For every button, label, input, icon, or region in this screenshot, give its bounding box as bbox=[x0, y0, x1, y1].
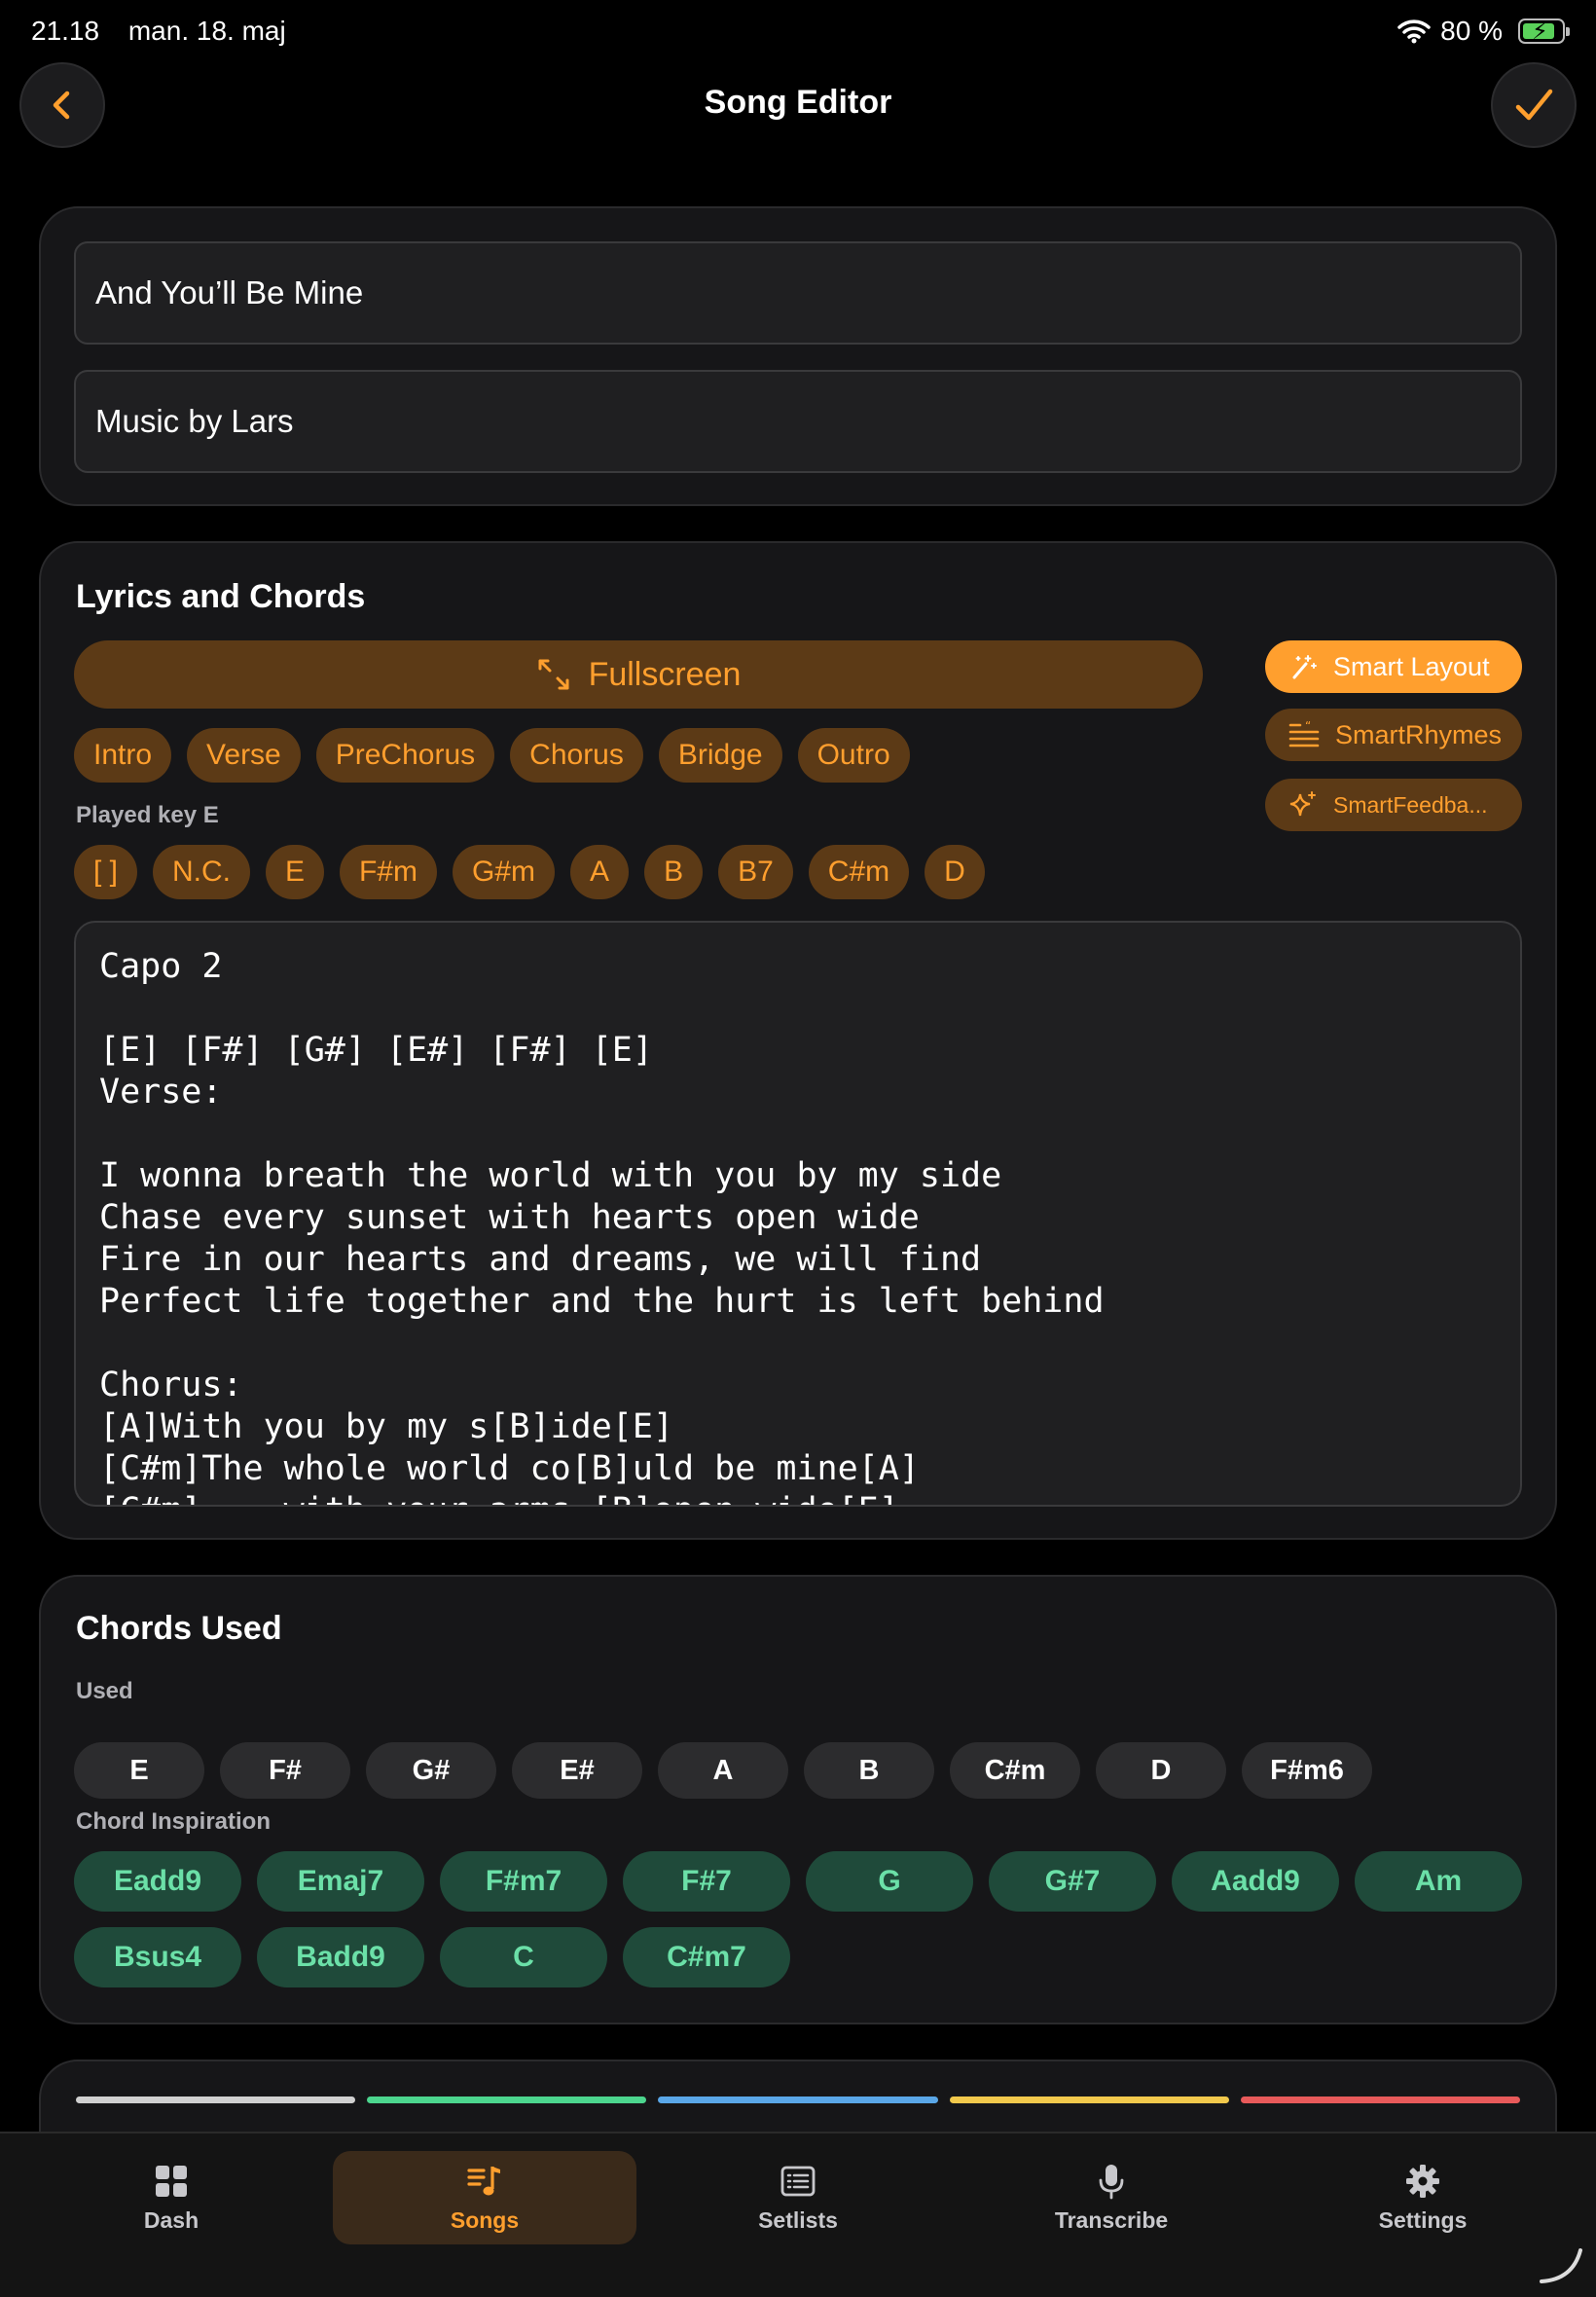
song-editor-screen: 21.18 man. 18. maj 80 % ⚡ Song Editor An… bbox=[0, 0, 1596, 2297]
color-bar bbox=[367, 2096, 647, 2103]
inspiration-chord[interactable]: Am bbox=[1355, 1851, 1522, 1912]
smart-layout-label: Smart Layout bbox=[1333, 651, 1490, 681]
grid-icon bbox=[156, 2165, 187, 2197]
smart-feedback-button[interactable]: SmartFeedba... bbox=[1265, 779, 1522, 831]
tab-settings[interactable]: Settings bbox=[1271, 2151, 1575, 2244]
used-chord[interactable]: E# bbox=[512, 1742, 642, 1799]
song-info-card: And You’ll Be Mine Music by Lars bbox=[39, 206, 1557, 506]
sparkles-icon bbox=[1289, 791, 1316, 817]
used-chord[interactable]: D bbox=[1096, 1742, 1226, 1799]
used-chord[interactable]: G# bbox=[366, 1742, 496, 1799]
tab-songs[interactable]: Songs bbox=[333, 2151, 636, 2244]
inspiration-chord[interactable]: C#m7 bbox=[623, 1927, 790, 1987]
inspiration-chord[interactable]: C bbox=[440, 1927, 607, 1987]
chords-used-title: Chords Used bbox=[76, 1610, 282, 1647]
color-bar bbox=[76, 2096, 356, 2103]
chord-button[interactable]: N.C. bbox=[153, 845, 251, 899]
used-chords-row: E F# G# E# A B C#m D F#m6 bbox=[74, 1742, 1524, 1799]
lyrics-chords-card: Lyrics and Chords Fullscreen Intro Verse… bbox=[39, 541, 1557, 1540]
inspiration-chord[interactable]: Emaj7 bbox=[257, 1851, 424, 1912]
song-title-field[interactable]: And You’ll Be Mine bbox=[74, 241, 1522, 345]
status-date: man. 18. maj bbox=[127, 16, 286, 46]
tab-label: Dash bbox=[143, 2206, 200, 2233]
chord-inspiration-label: Chord Inspiration bbox=[76, 1808, 271, 1835]
svg-text:“: “ bbox=[1305, 721, 1311, 733]
used-chord[interactable]: E bbox=[74, 1742, 204, 1799]
tab-label: Setlists bbox=[758, 2206, 838, 2233]
used-chord[interactable]: B bbox=[804, 1742, 934, 1799]
chord-button[interactable]: F#m bbox=[340, 845, 438, 899]
chord-button[interactable]: D bbox=[925, 845, 985, 899]
list-icon bbox=[780, 2166, 816, 2196]
inspiration-chord[interactable]: F#m7 bbox=[440, 1851, 607, 1912]
wifi-icon bbox=[1397, 19, 1431, 44]
page-title: Song Editor bbox=[704, 84, 892, 121]
section-tags: Intro Verse PreChorus Chorus Bridge Outr… bbox=[74, 728, 910, 783]
inspiration-chord[interactable]: Badd9 bbox=[257, 1927, 424, 1987]
chord-button[interactable]: [ ] bbox=[74, 845, 138, 899]
magic-wand-icon bbox=[1292, 655, 1317, 679]
lyrics-editor[interactable]: Capo 2 [E] [F#] [G#] [E#] [F#] [E] Verse… bbox=[74, 921, 1522, 1507]
section-tag-outro[interactable]: Outro bbox=[797, 728, 910, 783]
section-tag-verse[interactable]: Verse bbox=[187, 728, 301, 783]
fullscreen-button[interactable]: Fullscreen bbox=[74, 640, 1203, 709]
smart-rhymes-label: SmartRhymes bbox=[1335, 719, 1503, 749]
tab-transcribe[interactable]: Transcribe bbox=[960, 2151, 1263, 2244]
used-chord[interactable]: F# bbox=[220, 1742, 350, 1799]
section-tag-chorus[interactable]: Chorus bbox=[510, 728, 643, 783]
inspiration-chord[interactable]: G bbox=[806, 1851, 973, 1912]
expand-icon bbox=[538, 659, 569, 690]
section-tag-prechorus[interactable]: PreChorus bbox=[315, 728, 495, 783]
song-artist-field[interactable]: Music by Lars bbox=[74, 370, 1522, 473]
used-chord[interactable]: A bbox=[658, 1742, 788, 1799]
tab-bar: Dash Songs Setlists Transcribe Settings bbox=[0, 2132, 1596, 2297]
microphone-icon bbox=[1099, 2164, 1124, 2199]
fullscreen-label: Fullscreen bbox=[588, 655, 742, 693]
lyrics-editor-text: Capo 2 [E] [F#] [G#] [E#] [F#] [E] Verse… bbox=[99, 947, 1105, 1505]
battery-percent: 80 % bbox=[1440, 16, 1503, 46]
music-list-icon bbox=[467, 2166, 500, 2195]
status-time: 21.18 bbox=[31, 16, 100, 46]
tab-dash[interactable]: Dash bbox=[19, 2151, 323, 2244]
inspiration-chord[interactable]: Eadd9 bbox=[74, 1851, 241, 1912]
section-tag-intro[interactable]: Intro bbox=[74, 728, 172, 783]
chord-button[interactable]: G#m bbox=[453, 845, 556, 899]
chord-button[interactable]: B7 bbox=[718, 845, 793, 899]
chord-button[interactable]: C#m bbox=[808, 845, 910, 899]
battery-icon: ⚡ bbox=[1518, 18, 1570, 45]
done-button[interactable] bbox=[1491, 62, 1577, 148]
inspiration-chord[interactable]: F#7 bbox=[623, 1851, 790, 1912]
smart-rhymes-button[interactable]: “ SmartRhymes bbox=[1265, 709, 1522, 761]
scroll-indicator-icon bbox=[1540, 2248, 1582, 2283]
used-chord[interactable]: F#m6 bbox=[1242, 1742, 1372, 1799]
quote-lines-icon: “ bbox=[1288, 721, 1320, 747]
checkmark-icon bbox=[1515, 89, 1553, 121]
lyrics-section-title: Lyrics and Chords bbox=[76, 578, 366, 615]
used-chord[interactable]: C#m bbox=[950, 1742, 1080, 1799]
status-bar: 21.18 man. 18. maj 80 % ⚡ bbox=[31, 14, 1570, 49]
key-chord-buttons: [ ] N.C. E F#m G#m A B B7 C#m D bbox=[74, 845, 985, 899]
inspiration-chord[interactable]: G#7 bbox=[989, 1851, 1156, 1912]
chords-used-card: Chords Used Used E F# G# E# A B C#m D F#… bbox=[39, 1575, 1557, 2024]
section-tag-bridge[interactable]: Bridge bbox=[658, 728, 782, 783]
color-bars bbox=[76, 2096, 1521, 2103]
smart-feedback-label: SmartFeedba... bbox=[1333, 791, 1488, 818]
gear-icon bbox=[1406, 2164, 1439, 2198]
tab-label: Songs bbox=[450, 2206, 520, 2233]
color-bar bbox=[658, 2096, 938, 2103]
tab-setlists[interactable]: Setlists bbox=[646, 2151, 950, 2244]
chord-button[interactable]: A bbox=[570, 845, 630, 899]
chord-button[interactable]: E bbox=[266, 845, 325, 899]
inspiration-chord[interactable]: Bsus4 bbox=[74, 1927, 241, 1987]
color-bar bbox=[1240, 2096, 1521, 2103]
used-label: Used bbox=[76, 1678, 133, 1704]
chord-button[interactable]: B bbox=[644, 845, 704, 899]
color-bar bbox=[949, 2096, 1229, 2103]
tab-label: Transcribe bbox=[1054, 2206, 1169, 2233]
tab-label: Settings bbox=[1378, 2206, 1468, 2233]
inspiration-chord[interactable]: Aadd9 bbox=[1172, 1851, 1339, 1912]
played-key-label: Played key E bbox=[76, 802, 219, 828]
chord-inspiration-grid: Eadd9 Emaj7 F#m7 F#7 G G#7 Aadd9 Am Bsus… bbox=[74, 1851, 1524, 1987]
smart-layout-button[interactable]: Smart Layout bbox=[1265, 640, 1522, 693]
